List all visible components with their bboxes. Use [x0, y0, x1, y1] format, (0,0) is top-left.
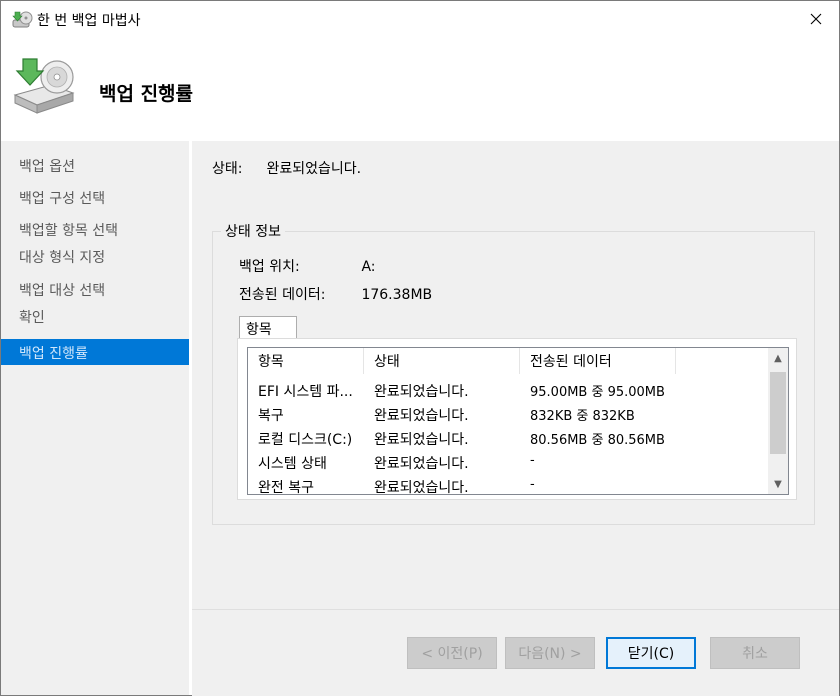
wizard-header: 백업 진행률: [1, 37, 839, 141]
tab-panel: 항목 상태 전송된 데이터 EFI 시스템 파... 완료되었습니다. 95.0…: [237, 338, 797, 500]
sidebar-item-destination-type[interactable]: 대상 형식 지정: [1, 243, 189, 269]
chevron-up-icon: ▲: [774, 352, 782, 364]
tab-items[interactable]: 항목: [239, 316, 297, 339]
next-button[interactable]: 다음(N) >: [505, 637, 595, 669]
item-status: 완료되었습니다.: [374, 408, 469, 424]
sidebar-item-backup-configuration[interactable]: 백업 구성 선택: [1, 184, 189, 210]
group-title: 상태 정보: [221, 221, 285, 241]
item-status: 완료되었습니다.: [374, 384, 469, 400]
status-value: 완료되었습니다.: [266, 161, 362, 177]
sidebar-item-backup-progress[interactable]: 백업 진행률: [1, 339, 189, 365]
list-item[interactable]: 완전 복구 완료되었습니다. -: [248, 474, 766, 495]
cancel-button[interactable]: 취소: [710, 637, 800, 669]
wizard-content: 상태: 완료되었습니다. 상태 정보 백업 위치: A: 전송된 데이터: 17…: [192, 141, 839, 609]
column-header-transferred[interactable]: 전송된 데이터: [520, 348, 676, 374]
item-status: 완료되었습니다.: [374, 432, 469, 448]
back-button[interactable]: < 이전(P): [407, 637, 497, 669]
backup-drive-icon: [13, 58, 75, 114]
window-title: 한 번 백업 마법사: [37, 13, 141, 29]
close-icon: [810, 13, 822, 25]
column-header-item[interactable]: 항목: [248, 348, 364, 374]
transferred-data-value: 176.38MB: [361, 287, 433, 303]
backup-location-label: 백업 위치:: [239, 259, 300, 275]
sidebar-item-label: 백업할 항목 선택: [19, 223, 119, 239]
sidebar-item-label: 대상 형식 지정: [19, 250, 106, 266]
scroll-up-button[interactable]: ▲: [768, 348, 788, 368]
tab-label: 항목: [246, 322, 272, 338]
chevron-down-icon: ▼: [774, 478, 782, 490]
sidebar-item-select-items[interactable]: 백업할 항목 선택: [1, 216, 189, 242]
list-item[interactable]: 시스템 상태 완료되었습니다. -: [248, 450, 766, 474]
sidebar-item-backup-options[interactable]: 백업 옵션: [1, 152, 189, 178]
wizard-footer: < 이전(P) 다음(N) > 닫기(C) 취소: [192, 609, 839, 696]
sidebar-item-confirmation[interactable]: 확인: [1, 303, 189, 329]
item-transferred: -: [530, 453, 535, 468]
title-bar[interactable]: 한 번 백업 마법사: [1, 1, 839, 37]
item-status: 완료되었습니다.: [374, 456, 469, 472]
list-scrollbar[interactable]: ▲ ▼: [768, 348, 788, 494]
item-transferred: -: [530, 477, 535, 492]
scroll-thumb[interactable]: [770, 372, 786, 454]
items-list[interactable]: 항목 상태 전송된 데이터 EFI 시스템 파... 완료되었습니다. 95.0…: [247, 347, 789, 495]
scroll-down-button[interactable]: ▼: [768, 474, 788, 494]
close-button[interactable]: 닫기(C): [606, 637, 696, 669]
transferred-data-label: 전송된 데이터:: [239, 287, 326, 303]
sidebar-item-label: 백업 대상 선택: [19, 283, 106, 299]
backup-location-value: A:: [361, 259, 376, 275]
wizard-steps-sidebar: 백업 옵션 백업 구성 선택 백업할 항목 선택 대상 형식 지정 백업 대상 …: [1, 141, 189, 695]
close-window-button[interactable]: [793, 1, 839, 37]
item-name: 복구: [258, 408, 284, 424]
item-name: EFI 시스템 파...: [258, 384, 353, 400]
sidebar-item-label: 백업 구성 선택: [19, 191, 106, 207]
sidebar-item-label: 백업 진행률: [19, 346, 88, 362]
column-header-status[interactable]: 상태: [364, 348, 520, 374]
item-name: 완전 복구: [258, 480, 314, 495]
list-header: 항목 상태 전송된 데이터: [248, 348, 766, 374]
list-item[interactable]: 복구 완료되었습니다. 832KB 중 832KB: [248, 402, 766, 426]
list-item[interactable]: 로컬 디스크(C:) 완료되었습니다. 80.56MB 중 80.56MB: [248, 426, 766, 450]
item-transferred: 832KB 중 832KB: [530, 409, 635, 424]
status-label: 상태:: [212, 161, 243, 177]
list-item[interactable]: EFI 시스템 파... 완료되었습니다. 95.00MB 중 95.00MB: [248, 378, 766, 402]
sidebar-item-label: 백업 옵션: [19, 159, 75, 175]
sidebar-item-label: 확인: [19, 310, 45, 326]
wizard-window: 한 번 백업 마법사 백업 진행률 백업 옵션 백업 구성 선택 백업할 항목 …: [0, 0, 840, 696]
status-info-group: 상태 정보 백업 위치: A: 전송된 데이터: 176.38MB 항목 항목 …: [212, 221, 815, 525]
item-transferred: 95.00MB 중 95.00MB: [530, 385, 665, 400]
item-status: 완료되었습니다.: [374, 480, 469, 495]
backup-app-icon: [12, 11, 33, 28]
page-title: 백업 진행률: [99, 83, 194, 105]
sidebar-item-select-destination[interactable]: 백업 대상 선택: [1, 276, 189, 302]
transferred-data-row: 전송된 데이터: 176.38MB: [239, 284, 432, 304]
item-name: 로컬 디스크(C:): [258, 432, 353, 448]
backup-location-row: 백업 위치: A:: [239, 256, 376, 276]
item-name: 시스템 상태: [258, 456, 327, 472]
item-transferred: 80.56MB 중 80.56MB: [530, 433, 665, 448]
status-row: 상태: 완료되었습니다.: [212, 158, 361, 178]
